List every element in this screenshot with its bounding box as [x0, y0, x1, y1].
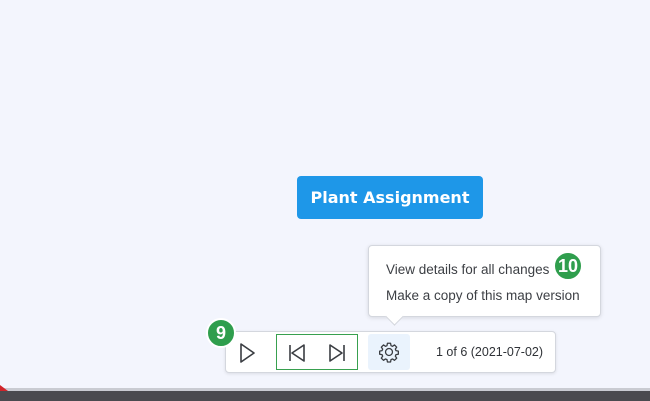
- corner-marker: [0, 385, 8, 391]
- previous-version-button[interactable]: [283, 339, 311, 367]
- skip-back-icon: [289, 344, 305, 362]
- step-badge-9-number: 9: [215, 322, 226, 343]
- skip-forward-icon: [329, 344, 345, 362]
- next-version-button[interactable]: [323, 339, 351, 367]
- version-settings-button[interactable]: [368, 334, 410, 370]
- step-badge-10-number: 10: [557, 255, 579, 276]
- view-all-changes-menu-item[interactable]: View details for all changes: [386, 262, 549, 277]
- version-position-label: 1 of 6 (2021-07-02): [436, 345, 544, 359]
- step-badge-10: 10: [553, 251, 583, 281]
- version-history-toolbar: 1 of 6 (2021-07-02): [225, 331, 556, 373]
- topic-label: Plant Assignment: [310, 188, 470, 207]
- step-navigation-group: [276, 334, 358, 370]
- play-icon: [240, 343, 255, 363]
- play-button[interactable]: [232, 338, 262, 368]
- gear-icon: [379, 342, 399, 363]
- plant-assignment-topic[interactable]: Plant Assignment: [297, 176, 483, 219]
- copy-map-version-menu-item[interactable]: Make a copy of this map version: [386, 288, 580, 303]
- bottom-status-strip: [0, 391, 650, 401]
- step-badge-9: 9: [206, 318, 236, 348]
